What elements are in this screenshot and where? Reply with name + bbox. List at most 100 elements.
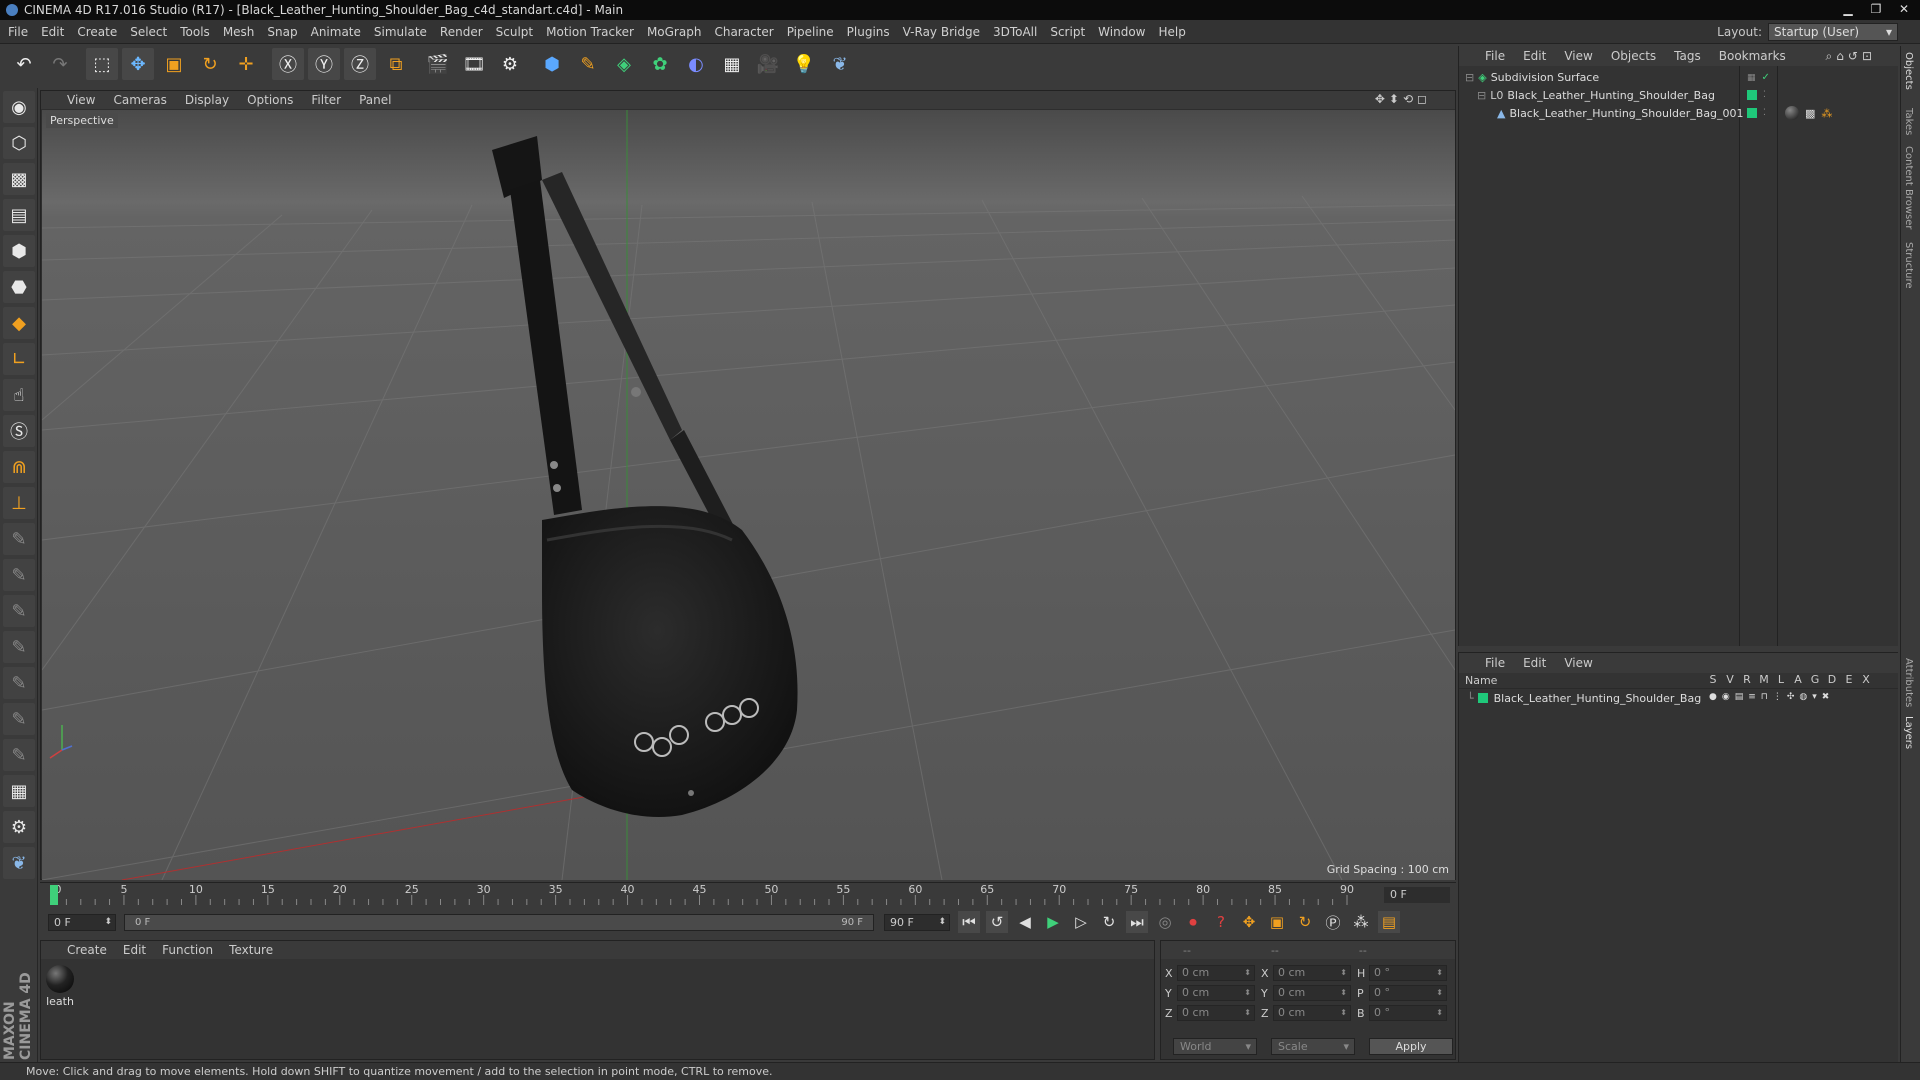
vp-menu-filter[interactable]: Filter xyxy=(311,93,341,107)
python-icon[interactable]: ❦ xyxy=(824,48,856,80)
render-settings-icon[interactable]: ⚙ xyxy=(494,48,526,80)
play-icon[interactable]: ▶ xyxy=(1042,911,1064,933)
menu-script[interactable]: Script xyxy=(1050,25,1085,39)
coordinate-system-icon[interactable]: ⧉ xyxy=(380,48,412,80)
menu-sculpt[interactable]: Sculpt xyxy=(496,25,533,39)
layout-dropdown[interactable]: Startup (User) xyxy=(1768,23,1898,41)
transform-tool-icon[interactable]: ✛ xyxy=(230,48,262,80)
layer-color-icon[interactable] xyxy=(1477,693,1488,703)
solo-dot-icon[interactable]: ● xyxy=(1709,692,1717,702)
visibility-dots-icon[interactable]: ⁚ xyxy=(1763,90,1766,100)
enabled-check-icon[interactable]: ✓ xyxy=(1762,72,1770,83)
menu-snap[interactable]: Snap xyxy=(267,25,297,39)
workplane-icon[interactable]: ▤ xyxy=(3,199,35,231)
vp-menu-options[interactable]: Options xyxy=(247,93,293,107)
z-axis-lock-icon[interactable]: Ⓩ xyxy=(344,48,376,80)
key-scale-icon[interactable]: ▣ xyxy=(1266,911,1288,933)
menu-pipeline[interactable]: Pipeline xyxy=(787,25,834,39)
menu-vray-bridge[interactable]: V-Ray Bridge xyxy=(903,25,980,39)
playhead[interactable] xyxy=(50,885,58,905)
subdivision-surface-icon[interactable]: ◈ xyxy=(608,48,640,80)
obj-menu-objects[interactable]: Objects xyxy=(1611,49,1656,63)
tree-item-bag-001[interactable]: ▲ Black_Leather_Hunting_Shoulder_Bag_001 xyxy=(1497,104,1744,122)
tab-attributes[interactable]: Attributes xyxy=(1903,658,1914,707)
menu-mograph[interactable]: MoGraph xyxy=(647,25,702,39)
visibility-dots-icon[interactable]: ⁚ xyxy=(1763,108,1766,118)
spline-pen-icon[interactable]: ✎ xyxy=(572,48,604,80)
x-axis-lock-icon[interactable]: Ⓧ xyxy=(272,48,304,80)
python-script-icon[interactable]: ❦ xyxy=(3,847,35,879)
pos-y-field[interactable]: 0 cm xyxy=(1177,985,1255,1001)
tree-item-bag[interactable]: ⊟ L0 Black_Leather_Hunting_Shoulder_Bag xyxy=(1477,86,1715,104)
make-editable-icon[interactable]: ◉ xyxy=(3,91,35,123)
generator-icon[interactable]: ✣ xyxy=(1787,692,1795,702)
vp-menu-view[interactable]: View xyxy=(67,93,95,107)
uv-tool-icon[interactable]: ⚙ xyxy=(3,811,35,843)
end-frame-field[interactable]: 90 F xyxy=(884,913,950,931)
tab-layers[interactable]: Layers xyxy=(1903,716,1914,749)
rotate-tool-icon[interactable]: ↻ xyxy=(194,48,226,80)
mat-menu-edit[interactable]: Edit xyxy=(123,943,146,957)
y-axis-lock-icon[interactable]: Ⓨ xyxy=(308,48,340,80)
viewport-nav-icons[interactable]: ✥⬍⟲◻ xyxy=(1375,92,1431,106)
obj-menu-file[interactable]: File xyxy=(1485,49,1505,63)
pos-x-field[interactable]: 0 cm xyxy=(1177,965,1255,981)
go-to-start-icon[interactable]: ⏮ xyxy=(958,911,980,933)
menu-simulate[interactable]: Simulate xyxy=(374,25,427,39)
menu-plugins[interactable]: Plugins xyxy=(847,25,890,39)
solo-mode-icon[interactable]: Ⓢ xyxy=(3,415,35,447)
model-mode-icon[interactable]: ⬡ xyxy=(3,127,35,159)
layer-col-solo[interactable]: S xyxy=(1707,673,1719,686)
scale-tool-icon[interactable]: ▣ xyxy=(158,48,190,80)
layer-menu-view[interactable]: View xyxy=(1564,656,1592,670)
eye-icon[interactable]: ◉ xyxy=(1722,692,1730,702)
layer-col-xref[interactable]: X xyxy=(1860,673,1872,686)
vp-menu-cameras[interactable]: Cameras xyxy=(113,93,166,107)
rot-p-field[interactable]: 0 ° xyxy=(1369,985,1447,1001)
apply-button[interactable]: Apply xyxy=(1369,1038,1453,1055)
current-frame-field[interactable]: 0 F xyxy=(1384,887,1450,903)
obj-menu-edit[interactable]: Edit xyxy=(1523,49,1546,63)
layer-col-view[interactable]: V xyxy=(1724,673,1736,686)
material-swatch[interactable]: leath xyxy=(45,965,75,1008)
layer-col-render[interactable]: R xyxy=(1741,673,1753,686)
key-position-icon[interactable]: ✥ xyxy=(1238,911,1260,933)
points-mode-icon[interactable]: ⬢ xyxy=(3,235,35,267)
camera-icon[interactable]: 🎥 xyxy=(752,48,784,80)
row-visibility[interactable]: ▦ ✓ xyxy=(1747,72,1770,83)
viewport-canvas[interactable]: Perspective Grid Spacing : 100 cm xyxy=(42,110,1455,880)
menu-mesh[interactable]: Mesh xyxy=(223,25,255,39)
menu-character[interactable]: Character xyxy=(714,25,773,39)
layer-col-generators[interactable]: G xyxy=(1809,673,1821,686)
size-z-field[interactable]: 0 cm xyxy=(1273,1005,1351,1021)
material-tag-icon[interactable] xyxy=(1785,106,1799,120)
key-pla-icon[interactable]: ⁂ xyxy=(1350,911,1372,933)
vp-menu-panel[interactable]: Panel xyxy=(359,93,391,107)
deformer-icon[interactable]: ◍ xyxy=(1799,692,1807,702)
autokey-icon[interactable]: ⏺ xyxy=(1182,911,1204,933)
pos-z-field[interactable]: 0 cm xyxy=(1177,1005,1255,1021)
layer-menu-edit[interactable]: Edit xyxy=(1523,656,1546,670)
collapse-icon[interactable]: ⊟ xyxy=(1465,71,1474,84)
menu-create[interactable]: Create xyxy=(77,25,117,39)
loop-icon[interactable]: ↻ xyxy=(1098,911,1120,933)
move-tool-icon[interactable]: ✥ xyxy=(122,48,154,80)
object-search-icon[interactable]: ⌕⌂↺⊡ xyxy=(1826,49,1876,64)
polygons-mode-icon[interactable]: ◆ xyxy=(3,307,35,339)
axis-mode-icon[interactable]: ∟ xyxy=(3,343,35,375)
tab-takes[interactable]: Takes xyxy=(1903,108,1914,135)
coord-mode-dropdown[interactable]: Scale xyxy=(1271,1038,1355,1055)
tab-structure[interactable]: Structure xyxy=(1903,242,1914,289)
close-icon[interactable]: ✕ xyxy=(1892,1,1916,17)
mat-menu-create[interactable]: Create xyxy=(67,943,107,957)
axis-modeling-icon[interactable]: ⊥ xyxy=(3,487,35,519)
row-visibility[interactable]: ⁚ xyxy=(1747,108,1766,118)
frame-range-slider[interactable]: 0 F 90 F xyxy=(124,913,874,931)
sculpt-brush-3-icon[interactable]: ✎ xyxy=(3,595,35,627)
live-selection-icon[interactable]: ⬚ xyxy=(86,48,118,80)
size-x-field[interactable]: 0 cm xyxy=(1273,965,1351,981)
timeline-ticks[interactable]: 051015202530354045505560657075808590 xyxy=(48,883,1378,907)
tweak-mode-icon[interactable]: ☝ xyxy=(3,379,35,411)
keyframe-help-icon[interactable]: ? xyxy=(1210,911,1232,933)
expression-icon[interactable]: ▾ xyxy=(1812,692,1817,702)
